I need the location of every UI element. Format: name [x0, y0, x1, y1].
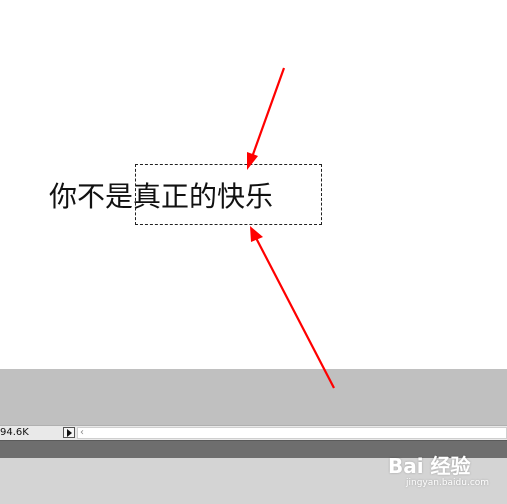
watermark-url-text: jingyan.baidu.com — [406, 478, 490, 488]
horizontal-scrollbar[interactable]: ‹ — [77, 427, 507, 439]
selection-marquee[interactable] — [135, 164, 322, 225]
watermark-main-text: Bai 经验 — [388, 454, 471, 478]
right-triangle-icon — [67, 429, 72, 437]
chevron-left-icon[interactable]: ‹ — [80, 427, 84, 439]
status-menu-button[interactable] — [63, 427, 75, 438]
baidu-watermark: Bai 经验 jingyan.baidu.com — [388, 446, 506, 500]
document-size-readout: 94.6K — [0, 427, 29, 438]
status-bar: 94.6K ‹ — [0, 425, 507, 440]
document-canvas[interactable]: 你不是真正的快乐 — [0, 0, 507, 369]
pasteboard-area — [0, 369, 507, 425]
